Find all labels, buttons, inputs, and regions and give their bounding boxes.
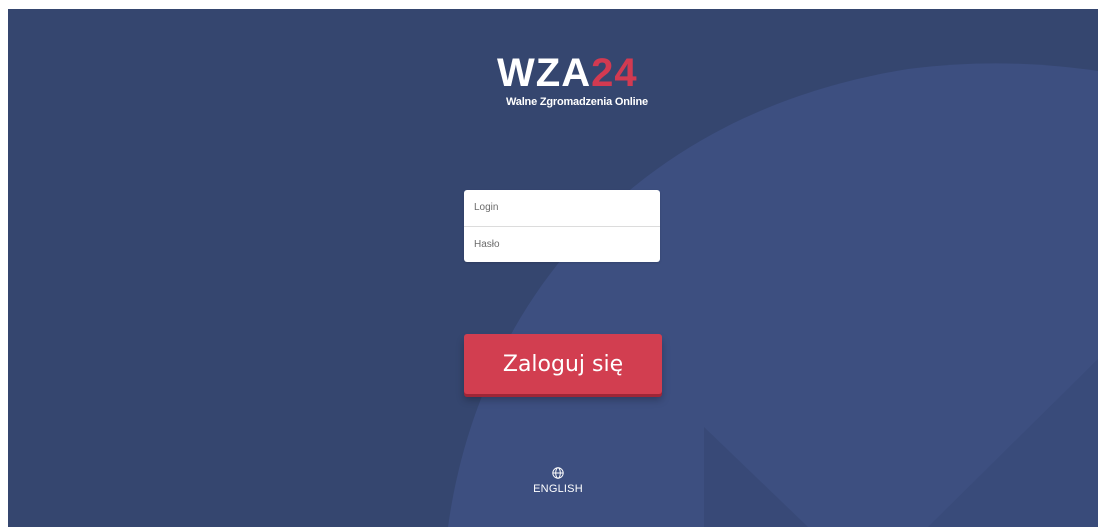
globe-icon [552, 467, 564, 479]
language-switch[interactable]: ENGLISH [518, 467, 598, 501]
language-label: ENGLISH [533, 483, 583, 495]
wza24-logo: WZA24 Walne Zgromadzenia Online [497, 50, 657, 120]
login-form [464, 190, 660, 262]
login-button[interactable]: Zaloguj się [464, 334, 662, 394]
password-input[interactable] [464, 227, 660, 262]
login-page: WZA24 Walne Zgromadzenia Online Zaloguj … [8, 9, 1098, 527]
login-input[interactable] [464, 190, 660, 225]
logo-subtitle: Walne Zgromadzenia Online [506, 96, 648, 108]
logo-wza-text: WZA [497, 51, 592, 95]
logo-24-text: 24 [591, 51, 638, 95]
logo-wordmark: WZA24 [497, 50, 638, 96]
